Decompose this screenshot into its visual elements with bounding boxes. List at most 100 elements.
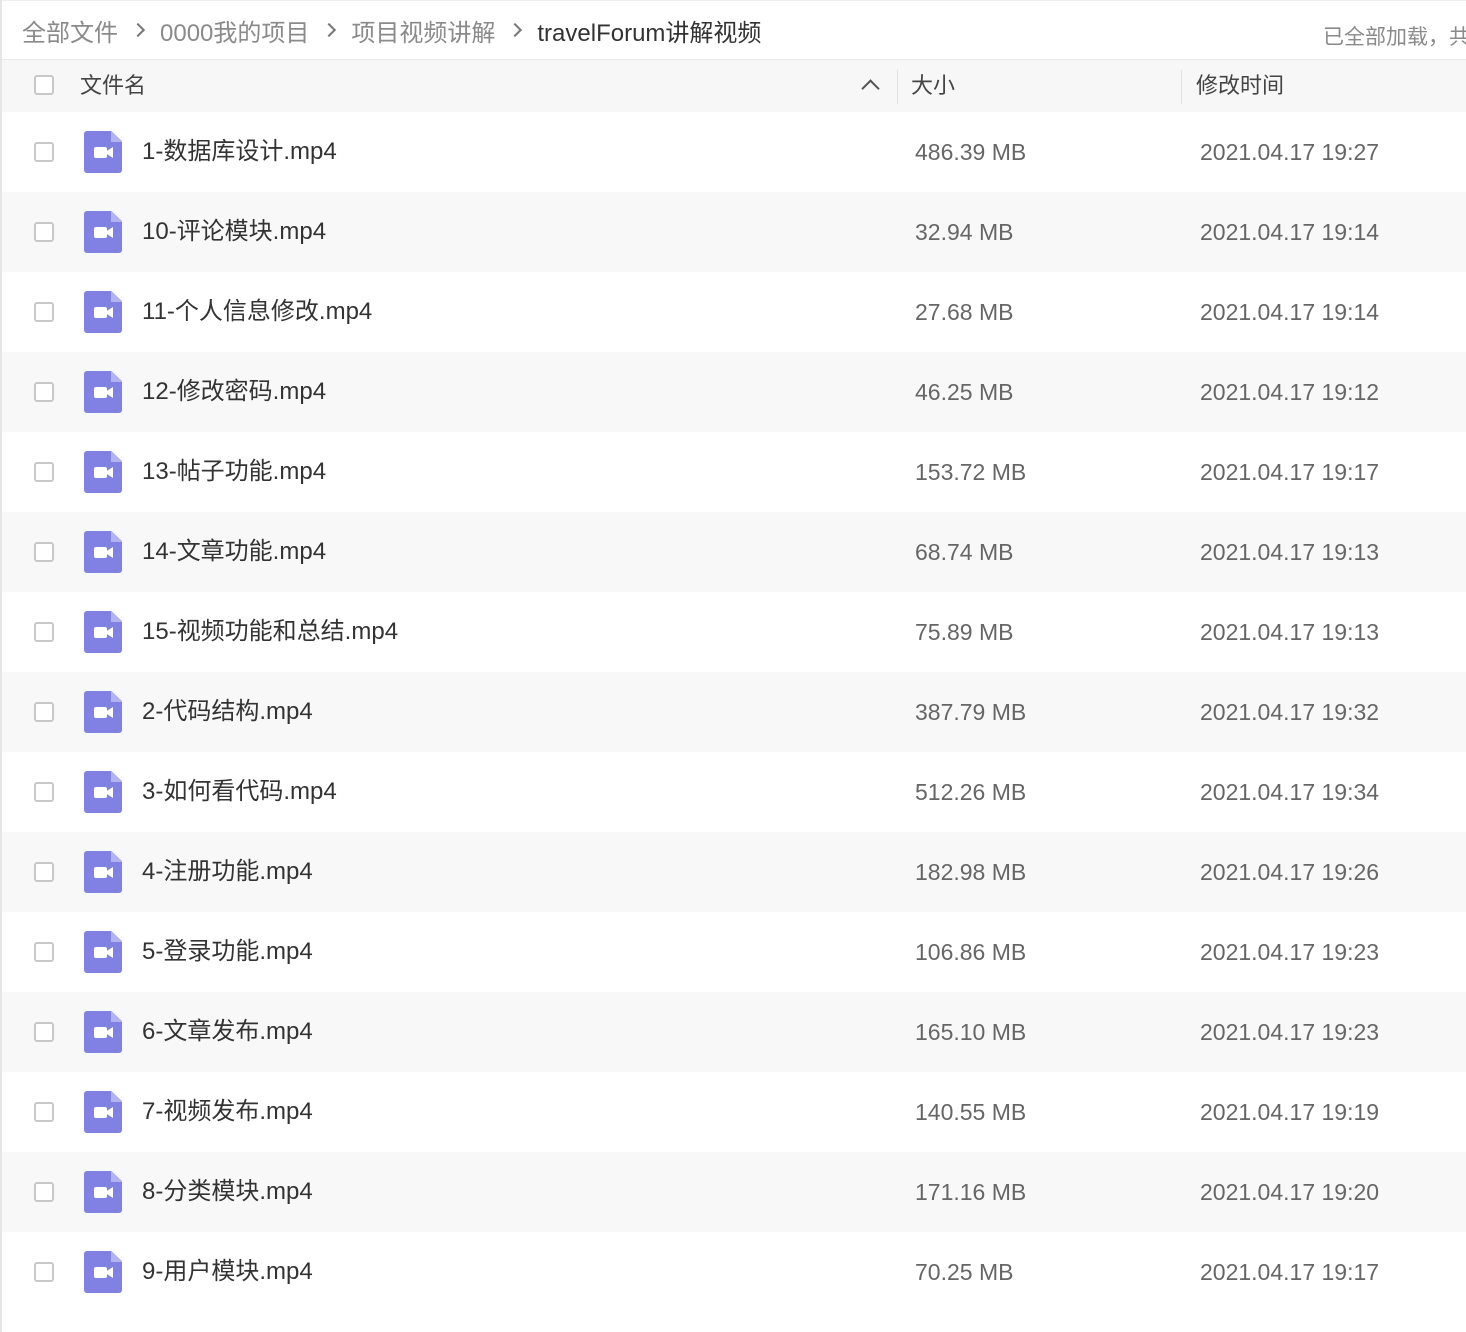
file-name[interactable]: 1-数据库设计.mp4 [142,112,337,192]
file-name[interactable]: 6-文章发布.mp4 [142,992,313,1072]
file-modified-time: 2021.04.17 19:14 [1200,299,1380,325]
video-file-icon [84,691,122,733]
breadcrumb-item-my-projects[interactable]: 0000我的项目 [160,13,309,48]
file-size: 106.86 MB [915,939,1027,965]
load-status-text: 已全部加载，共 [1323,26,1466,49]
file-name[interactable]: 9-用户模块.mp4 [142,1232,313,1312]
file-name[interactable]: 12-修改密码.mp4 [142,352,326,432]
video-file-icon [84,531,122,573]
file-name[interactable]: 14-文章功能.mp4 [142,512,326,592]
file-name[interactable]: 15-视频功能和总结.mp4 [142,592,398,672]
file-name[interactable]: 3-如何看代码.mp4 [142,752,337,832]
row-checkbox[interactable] [34,542,54,562]
table-row[interactable]: 10-评论模块.mp4 32.94 MB 2021.04.17 19:14 [2,192,1466,272]
table-row[interactable]: 13-帖子功能.mp4 153.72 MB 2021.04.17 19:17 [2,432,1466,512]
file-size: 182.98 MB [915,859,1027,885]
file-modified-time: 2021.04.17 19:34 [1200,779,1380,805]
file-size: 75.89 MB [915,619,1014,645]
table-row[interactable]: 4-注册功能.mp4 182.98 MB 2021.04.17 19:26 [2,832,1466,912]
file-name[interactable]: 2-代码结构.mp4 [142,672,313,752]
row-checkbox[interactable] [34,702,54,722]
column-divider[interactable] [1181,70,1182,104]
video-file-icon [84,1011,122,1053]
table-row[interactable]: 12-修改密码.mp4 46.25 MB 2021.04.17 19:12 [2,352,1466,432]
file-modified-time: 2021.04.17 19:26 [1200,859,1380,885]
table-row[interactable]: 6-文章发布.mp4 165.10 MB 2021.04.17 19:23 [2,992,1466,1072]
file-modified-time: 2021.04.17 19:23 [1200,1019,1380,1045]
video-file-icon [84,851,122,893]
file-modified-time: 2021.04.17 19:32 [1200,699,1380,725]
row-checkbox[interactable] [34,782,54,802]
column-header-name[interactable]: 文件名 [80,60,146,112]
file-name[interactable]: 8-分类模块.mp4 [142,1152,313,1232]
column-header-modified[interactable]: 修改时间 [1196,60,1284,112]
file-modified-time: 2021.04.17 19:13 [1200,619,1380,645]
row-checkbox[interactable] [34,1182,54,1202]
table-row[interactable]: 14-文章功能.mp4 68.74 MB 2021.04.17 19:13 [2,512,1466,592]
file-name[interactable]: 10-评论模块.mp4 [142,192,326,272]
video-file-icon [84,771,122,813]
file-size: 68.74 MB [915,539,1014,565]
file-size: 165.10 MB [915,1019,1027,1045]
file-size: 46.25 MB [915,379,1014,405]
breadcrumb-item-project-videos[interactable]: 项目视频讲解 [351,13,495,48]
video-file-icon [84,371,122,413]
table-row[interactable]: 5-登录功能.mp4 106.86 MB 2021.04.17 19:23 [2,912,1466,992]
video-file-icon [84,611,122,653]
breadcrumb: 全部文件 0000我的项目 项目视频讲解 travelForum讲解视频 已全部… [2,0,1466,60]
file-modified-time: 2021.04.17 19:20 [1200,1179,1380,1205]
row-checkbox[interactable] [34,942,54,962]
table-row[interactable]: 11-个人信息修改.mp4 27.68 MB 2021.04.17 19:14 [2,272,1466,352]
file-size: 512.26 MB [915,779,1027,805]
row-checkbox[interactable] [34,622,54,642]
file-size: 387.79 MB [915,699,1027,725]
column-divider[interactable] [897,70,898,104]
row-checkbox[interactable] [34,862,54,882]
video-file-icon [84,931,122,973]
file-size: 32.94 MB [915,219,1014,245]
file-modified-time: 2021.04.17 19:19 [1200,1099,1380,1125]
row-checkbox[interactable] [34,1022,54,1042]
file-size: 171.16 MB [915,1179,1027,1205]
table-row[interactable]: 7-视频发布.mp4 140.55 MB 2021.04.17 19:19 [2,1072,1466,1152]
table-row[interactable]: 2-代码结构.mp4 387.79 MB 2021.04.17 19:32 [2,672,1466,752]
file-size: 70.25 MB [915,1259,1014,1285]
video-file-icon [84,451,122,493]
row-checkbox[interactable] [34,1102,54,1122]
chevron-up-icon[interactable] [861,79,880,98]
chevron-right-icon [323,18,337,42]
file-name[interactable]: 13-帖子功能.mp4 [142,432,326,512]
video-file-icon [84,291,122,333]
file-browser: 全部文件 0000我的项目 项目视频讲解 travelForum讲解视频 已全部… [0,0,1466,1332]
file-modified-time: 2021.04.17 19:23 [1200,939,1380,965]
file-name[interactable]: 7-视频发布.mp4 [142,1072,313,1152]
file-size: 153.72 MB [915,459,1027,485]
file-modified-time: 2021.04.17 19:14 [1200,219,1380,245]
breadcrumb-current-folder: travelForum讲解视频 [537,19,762,47]
select-all-checkbox[interactable] [34,75,54,95]
table-row[interactable]: 1-数据库设计.mp4 486.39 MB 2021.04.17 19:27 [2,112,1466,192]
table-row[interactable]: 9-用户模块.mp4 70.25 MB 2021.04.17 19:17 [2,1232,1466,1312]
row-checkbox[interactable] [34,142,54,162]
row-checkbox[interactable] [34,462,54,482]
breadcrumb-item-all-files[interactable]: 全部文件 [22,13,118,48]
file-modified-time: 2021.04.17 19:27 [1200,139,1380,165]
table-row[interactable]: 3-如何看代码.mp4 512.26 MB 2021.04.17 19:34 [2,752,1466,832]
chevron-right-icon [509,18,523,42]
video-file-icon [84,1171,122,1213]
video-file-icon [84,1251,122,1293]
row-checkbox[interactable] [34,222,54,242]
file-name[interactable]: 5-登录功能.mp4 [142,912,313,992]
row-checkbox[interactable] [34,302,54,322]
file-size: 140.55 MB [915,1099,1027,1125]
row-checkbox[interactable] [34,1262,54,1282]
row-checkbox[interactable] [34,382,54,402]
table-row[interactable]: 8-分类模块.mp4 171.16 MB 2021.04.17 19:20 [2,1152,1466,1232]
file-name[interactable]: 11-个人信息修改.mp4 [142,272,372,352]
file-name[interactable]: 4-注册功能.mp4 [142,832,313,912]
table-row[interactable]: 15-视频功能和总结.mp4 75.89 MB 2021.04.17 19:13 [2,592,1466,672]
file-size: 27.68 MB [915,299,1014,325]
file-modified-time: 2021.04.17 19:12 [1200,379,1380,405]
column-header-size[interactable]: 大小 [911,60,955,112]
file-size: 486.39 MB [915,139,1027,165]
